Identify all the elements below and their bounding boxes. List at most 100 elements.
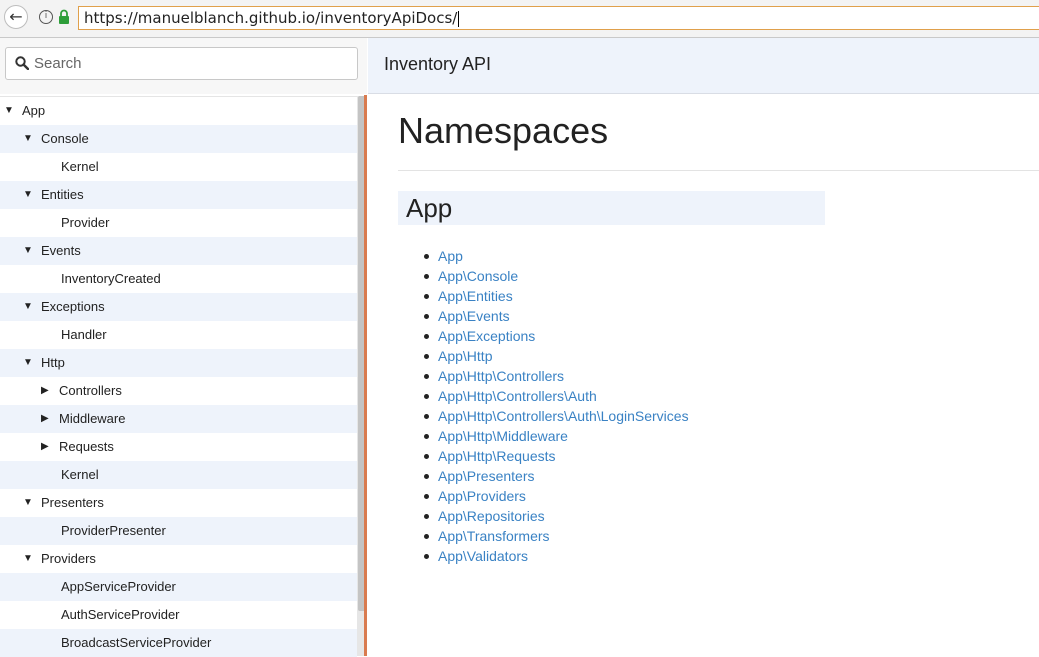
address-bar[interactable]: https://manuelblanch.github.io/inventory… xyxy=(78,6,1039,30)
namespace-link[interactable]: App\Exceptions xyxy=(438,328,535,344)
namespace-link[interactable]: App\Http\Requests xyxy=(438,448,556,464)
text-caret xyxy=(458,10,460,27)
namespace-list-item: App\Transformers xyxy=(418,526,689,546)
namespace-link[interactable]: App\Http\Middleware xyxy=(438,428,568,444)
header-title: Inventory API xyxy=(384,54,492,74)
tree-item[interactable]: ProviderPresenter xyxy=(0,517,357,545)
tree-item-label: Requests xyxy=(59,439,114,454)
search-box[interactable] xyxy=(5,47,358,80)
search-area xyxy=(0,38,367,94)
namespace-list-item: App\Http\Controllers\Auth\LoginServices xyxy=(418,406,689,426)
triangle-down-icon[interactable]: ▼ xyxy=(4,97,14,125)
url-text: https://manuelblanch.github.io/inventory… xyxy=(84,9,458,27)
tree-item[interactable]: ▼ Exceptions xyxy=(0,293,357,321)
namespace-link[interactable]: App\Entities xyxy=(438,288,513,304)
tree-item[interactable]: ▼ Entities xyxy=(0,181,357,209)
info-icon[interactable]: i xyxy=(39,10,53,24)
tree-item[interactable]: ▼ Providers xyxy=(0,545,357,573)
triangle-down-icon[interactable]: ▼ xyxy=(23,181,33,209)
triangle-down-icon[interactable]: ▼ xyxy=(23,237,33,265)
namespace-tree: ▼ App ▼ Console Kernel ▼ Entities Provider ▼ Even… xyxy=(0,96,357,657)
triangle-down-icon[interactable]: ▼ xyxy=(23,293,33,321)
section-heading: App xyxy=(398,191,825,225)
namespace-link[interactable]: App\Transformers xyxy=(438,528,550,544)
tree-item-label: Presenters xyxy=(41,495,104,510)
namespace-list: App App\Console App\Entities App\Events App\… xyxy=(418,246,689,566)
namespace-link[interactable]: App\Console xyxy=(438,268,518,284)
tree-item-label: Kernel xyxy=(61,159,99,174)
triangle-right-icon[interactable]: ▶ xyxy=(41,405,49,433)
tree-item-label: Http xyxy=(41,355,65,370)
tree-item-label: App xyxy=(22,103,46,118)
tree-item-label: Kernel xyxy=(61,467,99,482)
namespace-link[interactable]: App\Http\Controllers\Auth\LoginServices xyxy=(438,408,689,424)
tree-item-label: BroadcastServiceProvider xyxy=(61,635,212,650)
namespace-list-item: App xyxy=(418,246,689,266)
tree-item[interactable]: InventoryCreated xyxy=(0,265,357,293)
tree-item[interactable]: ▼ Http xyxy=(0,349,357,377)
tree-item[interactable]: Handler xyxy=(0,321,357,349)
tree-item[interactable]: ▶ Controllers xyxy=(0,377,357,405)
tree-item-label: Events xyxy=(41,243,81,258)
tree-item-label: Exceptions xyxy=(41,299,105,314)
tree-item[interactable]: ▼ Presenters xyxy=(0,489,357,517)
browser-toolbar: ← i https://manuelblanch.github.io/inven… xyxy=(0,0,1039,38)
tree-item-label: Console xyxy=(41,131,89,146)
namespace-list-item: App\Http\Controllers\Auth xyxy=(418,386,689,406)
tree-item[interactable]: Kernel xyxy=(0,153,357,181)
namespace-link[interactable]: App\Repositories xyxy=(438,508,545,524)
tree-item[interactable]: ▶ Middleware xyxy=(0,405,357,433)
namespace-list-item: App\Http\Middleware xyxy=(418,426,689,446)
namespace-link[interactable]: App\Validators xyxy=(438,548,528,564)
namespace-list-item: App\Exceptions xyxy=(418,326,689,346)
back-button[interactable]: ← xyxy=(4,5,28,29)
lock-icon[interactable] xyxy=(58,9,70,25)
tree-item-label: Entities xyxy=(41,187,84,202)
search-input[interactable] xyxy=(34,52,349,75)
tree-item[interactable]: ▼ Events xyxy=(0,237,357,265)
tree-item-label: Handler xyxy=(61,327,107,342)
namespace-list-item: App\Entities xyxy=(418,286,689,306)
tree-item[interactable]: ▼ App xyxy=(0,97,357,125)
namespace-list-item: App\Http\Controllers xyxy=(418,366,689,386)
tree-item-label: Middleware xyxy=(59,411,126,426)
triangle-right-icon[interactable]: ▶ xyxy=(41,433,49,461)
triangle-down-icon[interactable]: ▼ xyxy=(23,125,33,153)
namespace-link[interactable]: App xyxy=(438,248,463,264)
back-arrow-icon: ← xyxy=(9,7,23,26)
tree-item[interactable]: ▶ Requests xyxy=(0,433,357,461)
namespace-link[interactable]: App\Events xyxy=(438,308,510,324)
section-heading-text: App xyxy=(406,193,453,223)
tree-item-label: Controllers xyxy=(59,383,122,398)
main-content: Namespaces App App App\Console App\Entitie… xyxy=(368,94,1039,656)
namespace-link[interactable]: App\Http xyxy=(438,348,492,364)
search-icon xyxy=(15,56,29,70)
namespace-list-item: App\Providers xyxy=(418,486,689,506)
namespace-list-item: App\Http xyxy=(418,346,689,366)
sidebar: ▼ App ▼ Console Kernel ▼ Entities Provider ▼ Even… xyxy=(0,38,367,657)
tree-item[interactable]: AppServiceProvider xyxy=(0,573,357,601)
tree-item[interactable]: ▼ Console xyxy=(0,125,357,153)
page-title: Namespaces xyxy=(398,110,609,151)
namespace-list-item: App\Repositories xyxy=(418,506,689,526)
page-header: Inventory API xyxy=(368,38,1039,94)
tree-item[interactable]: BroadcastServiceProvider xyxy=(0,629,357,657)
triangle-down-icon[interactable]: ▼ xyxy=(23,349,33,377)
triangle-down-icon[interactable]: ▼ xyxy=(23,489,33,517)
triangle-right-icon[interactable]: ▶ xyxy=(41,377,49,405)
namespace-list-item: App\Presenters xyxy=(418,466,689,486)
tree-item[interactable]: AuthServiceProvider xyxy=(0,601,357,629)
namespace-list-item: App\Console xyxy=(418,266,689,286)
namespace-link[interactable]: App\Http\Controllers xyxy=(438,368,564,384)
namespace-link[interactable]: App\Http\Controllers\Auth xyxy=(438,388,597,404)
triangle-down-icon[interactable]: ▼ xyxy=(23,545,33,573)
tree-item-label: ProviderPresenter xyxy=(61,523,166,538)
sidebar-resize-handle[interactable] xyxy=(364,95,367,656)
tree-item[interactable]: Provider xyxy=(0,209,357,237)
namespace-link[interactable]: App\Providers xyxy=(438,488,526,504)
tree-item-label: Providers xyxy=(41,551,96,566)
tree-item-label: AppServiceProvider xyxy=(61,579,176,594)
tree-item[interactable]: Kernel xyxy=(0,461,357,489)
tree-item-label: InventoryCreated xyxy=(61,271,161,286)
namespace-link[interactable]: App\Presenters xyxy=(438,468,535,484)
